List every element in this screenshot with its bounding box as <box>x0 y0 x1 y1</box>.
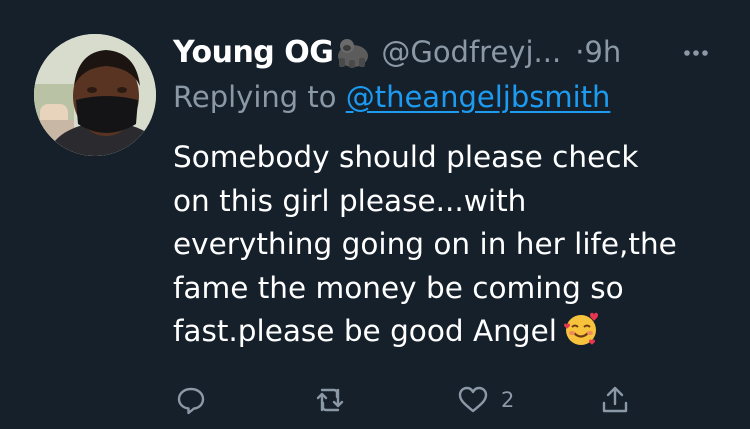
tweet-text-line: fast.please be good Angel <box>173 314 557 348</box>
user-handle[interactable]: @Godfreyj... <box>381 35 561 69</box>
like-button[interactable]: 2 <box>457 380 514 420</box>
tweet-header: Young OG @Godfreyj... · 9h <box>173 30 733 74</box>
more-options-icon[interactable] <box>681 38 711 68</box>
share-icon <box>602 386 628 413</box>
avatar-photo <box>34 34 156 156</box>
tweet-text-line-last: fast.please be good Angel <box>173 310 718 354</box>
reply-icon <box>177 387 205 415</box>
tweet-text: Somebody should please check on this gir… <box>173 136 718 354</box>
share-button[interactable] <box>599 380 643 420</box>
retweet-icon <box>316 388 344 412</box>
avatar[interactable] <box>34 34 156 156</box>
gorilla-emoji <box>335 36 371 68</box>
time-separator: · <box>575 35 585 69</box>
tweet-text-line: on this girl please...with <box>173 183 527 218</box>
tweet-text-line: fame the money be coming so <box>173 270 624 305</box>
smiling-face-with-hearts-emoji <box>563 311 599 347</box>
replying-to-line: Replying to @theangeljbsmith <box>173 80 610 120</box>
tweet-text-line: everything going on in her life,the <box>173 227 677 261</box>
heart-icon <box>458 386 488 413</box>
retweet-button[interactable] <box>314 380 358 420</box>
tweet-time[interactable]: 9h <box>584 35 621 69</box>
mention-link[interactable]: @theangeljbsmith <box>346 80 611 114</box>
like-count: 2 <box>501 388 515 412</box>
reply-button[interactable] <box>175 380 219 420</box>
action-bar: 2 <box>0 380 750 420</box>
display-name[interactable]: Young OG <box>173 35 334 70</box>
tweet[interactable]: Young OG @Godfreyj... · 9h Replying to @… <box>0 0 750 429</box>
replying-prefix: Replying to <box>173 80 346 114</box>
tweet-text-line: Somebody should please check <box>173 140 639 174</box>
